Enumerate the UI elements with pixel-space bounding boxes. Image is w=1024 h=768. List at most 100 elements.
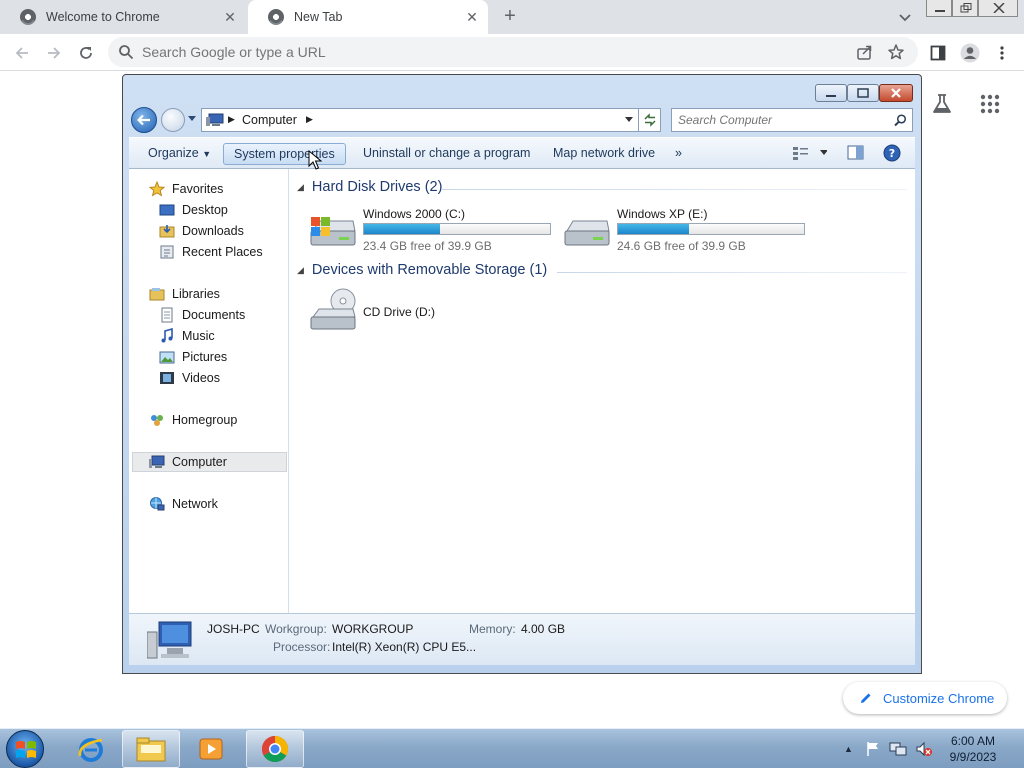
drive-cd-d[interactable]: CD Drive (D:)	[309, 287, 449, 337]
breadcrumb-arrow-icon[interactable]: ▶	[228, 114, 235, 125]
explorer-search-box[interactable]	[671, 108, 913, 132]
share-icon[interactable]	[856, 43, 874, 61]
organize-button[interactable]: Organize ▼	[138, 143, 221, 165]
taskbar-chrome[interactable]	[246, 730, 304, 768]
network-icon	[150, 497, 165, 511]
more-commands-button[interactable]: »	[665, 143, 692, 165]
google-apps-icon[interactable]	[980, 94, 1000, 114]
close-tab-icon[interactable]: ✕	[464, 9, 480, 25]
show-hidden-icons-icon[interactable]: ▲	[844, 744, 853, 754]
taskbar-media-player[interactable]	[182, 730, 240, 768]
explorer-search-input[interactable]	[678, 112, 878, 128]
clock-date: 9/9/2023	[949, 750, 997, 764]
uninstall-program-button[interactable]: Uninstall or change a program	[353, 143, 540, 165]
nav-item-homegroup[interactable]: Homegroup	[149, 410, 237, 430]
reload-button[interactable]	[74, 41, 98, 65]
nav-item-downloads[interactable]: Downloads	[159, 221, 244, 241]
profile-button[interactable]	[958, 41, 982, 65]
omnibox[interactable]	[108, 37, 918, 67]
breadcrumb-computer[interactable]: Computer	[242, 113, 297, 127]
nav-label: Pictures	[182, 350, 228, 364]
libraries-icon	[149, 288, 165, 301]
address-bar[interactable]: ▶ Computer ▶	[201, 108, 639, 132]
recent-places-icon	[160, 245, 174, 259]
explorer-forward-button[interactable]	[161, 108, 185, 132]
recent-pages-chevron-icon[interactable]	[187, 115, 197, 123]
customize-chrome-button[interactable]: Customize Chrome	[843, 682, 1007, 714]
change-view-icon[interactable]	[793, 145, 827, 161]
tab-new-tab[interactable]: New Tab ✕	[248, 0, 488, 34]
media-player-icon	[199, 738, 223, 760]
tab-welcome[interactable]: Welcome to Chrome ✕	[0, 0, 246, 34]
details-pane: JOSH-PC Workgroup: WORKGROUP Memory: 4.0…	[129, 613, 915, 665]
drive-e[interactable]: Windows XP (E:) 24.6 GB free of 39.9 GB	[563, 207, 813, 255]
new-tab-button[interactable]: +	[498, 5, 522, 29]
chrome-logo-icon	[261, 735, 289, 763]
group-header-hard-disk-drives[interactable]: ◢ Hard Disk Drives (2)	[297, 179, 442, 195]
minimize-window-button[interactable]	[926, 0, 952, 17]
collapse-triangle-icon[interactable]: ◢	[297, 265, 304, 276]
organize-label: Organize	[148, 146, 199, 160]
network-status-icon[interactable]	[889, 741, 907, 757]
clock[interactable]: 6:00 AM 9/9/2023	[930, 733, 1016, 765]
search-icon[interactable]	[894, 114, 907, 127]
reload-icon	[80, 47, 92, 59]
map-network-drive-button[interactable]: Map network drive	[543, 143, 665, 165]
system-properties-button[interactable]: System properties	[223, 143, 346, 165]
internet-explorer-icon	[78, 738, 103, 762]
nav-item-pictures[interactable]: Pictures	[159, 347, 227, 367]
collapse-triangle-icon[interactable]: ◢	[297, 182, 304, 193]
side-panel-button[interactable]	[926, 41, 950, 65]
back-arrow-icon	[15, 47, 28, 59]
nav-item-network[interactable]: Network	[149, 494, 218, 514]
taskbar-windows-explorer[interactable]	[122, 730, 180, 768]
windows-hard-drive-icon	[310, 217, 356, 246]
taskbar-internet-explorer[interactable]	[62, 730, 120, 768]
explorer-refresh-button[interactable]	[639, 108, 661, 132]
cd-drive-icon	[310, 288, 356, 330]
nav-item-recent-places[interactable]: Recent Places	[159, 242, 263, 262]
explorer-back-button[interactable]	[131, 107, 157, 133]
close-window-button[interactable]	[978, 0, 1018, 17]
workgroup-value: WORKGROUP	[332, 622, 414, 636]
omnibox-input[interactable]	[142, 42, 842, 62]
bookmark-star-icon[interactable]	[887, 43, 905, 61]
nav-item-documents[interactable]: Documents	[159, 305, 245, 325]
tab-search-chevron-icon[interactable]	[896, 8, 914, 26]
nav-label: Recent Places	[182, 245, 263, 259]
group-header-label: Devices with Removable Storage (1)	[311, 262, 548, 278]
drive-free-space: 23.4 GB free of 39.9 GB	[363, 239, 492, 253]
group-header-removable-storage[interactable]: ◢ Devices with Removable Storage (1)	[297, 262, 547, 278]
start-button[interactable]	[6, 730, 44, 768]
nav-item-videos[interactable]: Videos	[159, 368, 220, 388]
restore-window-button[interactable]	[952, 0, 978, 17]
drive-name: Windows XP (E:)	[617, 207, 708, 221]
labs-flask-icon[interactable]	[930, 92, 954, 116]
nav-item-desktop[interactable]: Desktop	[159, 200, 228, 220]
nav-item-music[interactable]: Music	[159, 326, 215, 346]
drive-name: CD Drive (D:)	[363, 305, 435, 319]
help-icon[interactable]: ?	[883, 144, 901, 162]
drive-usage-fill	[618, 224, 689, 234]
drives-pane: ◢ Hard Disk Drives (2) Windows 2000 (C:)…	[291, 169, 915, 613]
preview-pane-icon[interactable]	[847, 145, 865, 161]
action-center-flag-icon[interactable]	[865, 741, 881, 757]
folder-icon	[136, 737, 166, 762]
forward-button[interactable]	[42, 41, 66, 65]
svg-text:?: ?	[889, 147, 895, 160]
workgroup-label: Workgroup:	[265, 622, 327, 636]
nav-item-favorites[interactable]: Favorites	[149, 179, 223, 199]
back-button[interactable]	[10, 41, 34, 65]
chrome-menu-button[interactable]	[990, 41, 1014, 65]
search-icon	[119, 45, 134, 60]
explorer-maximize-button[interactable]	[847, 84, 879, 102]
nav-item-computer[interactable]: Computer	[149, 452, 227, 472]
nav-item-libraries[interactable]: Libraries	[149, 284, 220, 304]
drive-c[interactable]: Windows 2000 (C:) 23.4 GB free of 39.9 G…	[309, 207, 559, 255]
explorer-minimize-button[interactable]	[815, 84, 847, 102]
address-dropdown-icon[interactable]	[624, 116, 634, 124]
explorer-content: Favorites Desktop Downloads Recent Place…	[129, 169, 915, 613]
explorer-close-button[interactable]	[879, 84, 913, 102]
breadcrumb-arrow-icon[interactable]: ▶	[306, 114, 313, 125]
close-tab-icon[interactable]: ✕	[222, 9, 238, 25]
